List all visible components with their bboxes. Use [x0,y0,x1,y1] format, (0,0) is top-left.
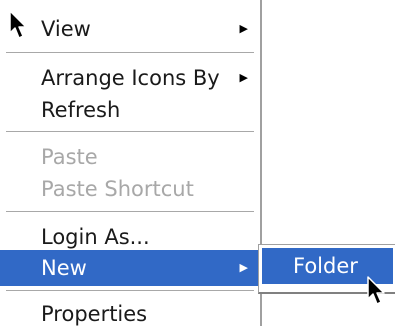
menu-item-arrange-label: Arrange Icons By [41,66,220,90]
menu-item-arrange-icons-by[interactable]: Arrange Icons By ▶ [0,60,260,96]
desktop-context-menu: View ▶ Arrange Icons By ▶ Refresh Paste … [0,0,262,326]
menu-item-properties-label: Properties [41,302,148,326]
menu-separator [6,52,254,54]
menu-item-new[interactable]: New ▶ [0,250,260,286]
menu-item-view-label: View [41,17,91,41]
menu-item-view[interactable]: View ▶ [0,11,260,47]
arrow-cursor-icon [9,10,27,39]
menu-item-refresh-label: Refresh [41,98,121,122]
menu-item-paste-label: Paste [41,145,98,169]
menu-item-paste-shortcut-label: Paste Shortcut [41,177,194,201]
menu-separator [6,211,254,213]
menu-item-new-label: New [41,256,87,280]
submenu-item-folder-label: Folder [293,254,358,278]
menu-item-paste-shortcut: Paste Shortcut [0,171,260,207]
arrow-cursor-icon [367,276,385,305]
menu-separator [6,290,254,292]
submenu-arrow-icon: ▶ [239,71,248,84]
menu-item-refresh[interactable]: Refresh [0,92,260,128]
submenu-arrow-icon: ▶ [239,261,248,274]
menu-item-paste: Paste [0,139,260,175]
menu-separator [6,131,254,133]
submenu-arrow-icon: ▶ [239,22,248,35]
menu-item-properties[interactable]: Properties [0,296,260,326]
